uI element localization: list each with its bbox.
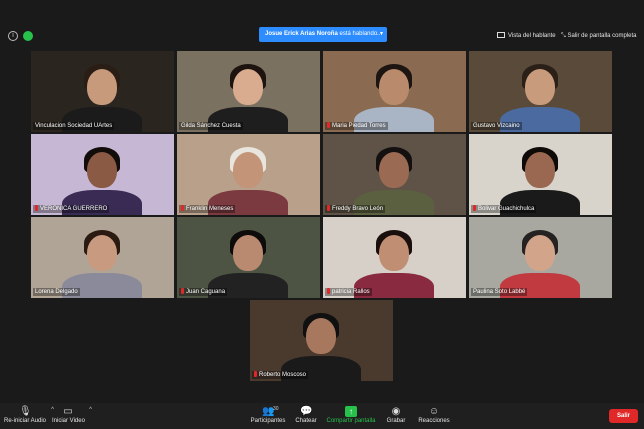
exit-fullscreen-label: Salir de pantalla completa [567,33,637,39]
participant-face [379,152,409,188]
video-off-icon: ▭ [63,406,73,417]
participant-face [525,69,555,105]
share-label: Compartir pantalla [326,418,376,424]
chat-button[interactable]: 💬 Chatear [292,406,320,424]
participant-name: Lorena Delgado [33,288,80,296]
muted-microphone-icon [327,122,330,128]
active-speaker-banner[interactable]: Josue Erick Arias Noroña está hablando..… [259,27,387,42]
meeting-toolbar: 🎙 Re-iniciar Audio ^ ▭ Iniciar Video ^ 👥… [0,403,644,429]
participant-face [525,235,555,271]
participant-tile[interactable]: VERONICA GUERRERO [31,134,174,215]
participant-name-text: VERONICA GUERRERO [40,206,108,212]
muted-microphone-icon [327,205,330,211]
participant-name: Franklin Meneses [179,205,236,213]
participant-face [87,152,117,188]
participant-name-text: Franklin Meneses [186,206,234,212]
participant-name: Paulina Soto Labbé [471,288,528,296]
participant-face [379,69,409,105]
active-speaker-suffix: está hablando... [337,31,383,37]
participant-name-text: Gustavo Vizcaino [473,123,520,129]
shield-icon[interactable] [23,31,33,41]
participant-tile[interactable]: Gilda Sánchez Cuesta [177,51,320,132]
muted-microphone-icon [181,288,184,294]
leave-meeting-button[interactable]: Salir [609,409,638,423]
participant-tile[interactable]: patricia Rallos [323,217,466,298]
participant-tile[interactable]: Roberto Moscoso [250,300,393,381]
muted-microphone-icon [181,205,184,211]
participant-name-text: patricia Rallos [332,289,370,295]
emoji-icon: ☺ [428,406,440,417]
info-icon[interactable]: i [8,31,18,41]
participant-name-text: Lorena Delgado [35,289,78,295]
participant-tile[interactable]: Juan Caguana [177,217,320,298]
participant-name: Maria Piedad Torres [325,122,388,130]
start-video-button[interactable]: ▭ Iniciar Video ^ [52,406,92,424]
chat-label: Chatear [295,418,317,424]
meeting-header: i Josue Erick Arias Noroña está hablando… [0,0,644,48]
participant-tile[interactable]: Paulina Soto Labbé [469,217,612,298]
participant-name: Gustavo Vizcaino [471,122,522,130]
participant-name: Bolivar Guachichulca [471,205,537,213]
participant-name: Roberto Moscoso [252,371,309,379]
muted-microphone-icon [327,288,330,294]
participants-button[interactable]: 👥 30 Participantes [248,406,288,424]
participant-name-text: Roberto Moscoso [259,372,307,378]
chat-icon: 💬 [300,406,313,417]
participant-name-text: Vinculacion Sociedad UArtes [35,123,113,129]
chevron-down-icon: ▾ [379,31,383,37]
speaker-view-label: Vista del hablante [508,33,556,39]
participant-name: VERONICA GUERRERO [33,205,110,213]
muted-microphone-icon [254,371,257,377]
participant-name: patricia Rallos [325,288,372,296]
record-label: Grabar [386,418,406,424]
speaker-view-button[interactable]: Vista del hablante [497,30,556,42]
participant-name-text: Freddy Bravo León [332,206,384,212]
share-arrow-icon: ↑ [345,406,357,417]
participant-name-text: Bolivar Guachichulca [478,206,535,212]
participant-face [87,235,117,271]
participant-face [87,69,117,105]
participant-tile[interactable]: Bolivar Guachichulca [469,134,612,215]
participant-tile[interactable]: Maria Piedad Torres [323,51,466,132]
participant-face [525,152,555,188]
record-icon: ◉ [391,406,401,417]
participant-name-text: Paulina Soto Labbé [473,289,526,295]
chevron-up-icon[interactable]: ^ [89,407,92,413]
rejoin-audio-button[interactable]: 🎙 Re-iniciar Audio ^ [4,406,54,424]
participant-name: Vinculacion Sociedad UArtes [33,122,115,130]
participant-face [233,235,263,271]
participants-label: Participantes [250,418,286,424]
reactions-button[interactable]: ☺ Reacciones [417,406,451,424]
record-button[interactable]: ◉ Grabar [384,406,408,424]
participants-count: 30 [273,406,279,412]
muted-microphone-icon [473,205,476,211]
participant-name-text: Maria Piedad Torres [332,123,386,129]
participant-face [306,318,336,354]
participant-face [379,235,409,271]
participant-tile[interactable]: Lorena Delgado [31,217,174,298]
participant-face [233,69,263,105]
participant-tile[interactable]: Franklin Meneses [177,134,320,215]
reactions-label: Reacciones [418,418,450,424]
share-screen-button[interactable]: ↑ Compartir pantalla [326,406,376,424]
participant-name-text: Juan Caguana [186,289,226,295]
participant-name: Freddy Bravo León [325,205,386,213]
active-speaker-name: Josue Erick Arias Noroña [265,31,338,37]
participant-name-text: Gilda Sánchez Cuesta [181,123,241,129]
exit-fullscreen-button[interactable]: ⤡ Salir de pantalla completa [561,30,637,42]
participant-name: Juan Caguana [179,288,228,296]
participant-face [233,152,263,188]
participant-name: Gilda Sánchez Cuesta [179,122,243,130]
grid-icon [497,32,505,38]
muted-microphone-icon [35,205,38,211]
audio-label: Re-iniciar Audio [4,418,47,424]
participant-tile[interactable]: Gustavo Vizcaino [469,51,612,132]
video-label: Iniciar Video [52,418,85,424]
participant-tile[interactable]: Freddy Bravo León [323,134,466,215]
muted-microphone-icon: 🎙 [19,406,32,417]
participant-tile[interactable]: Vinculacion Sociedad UArtes [31,51,174,132]
